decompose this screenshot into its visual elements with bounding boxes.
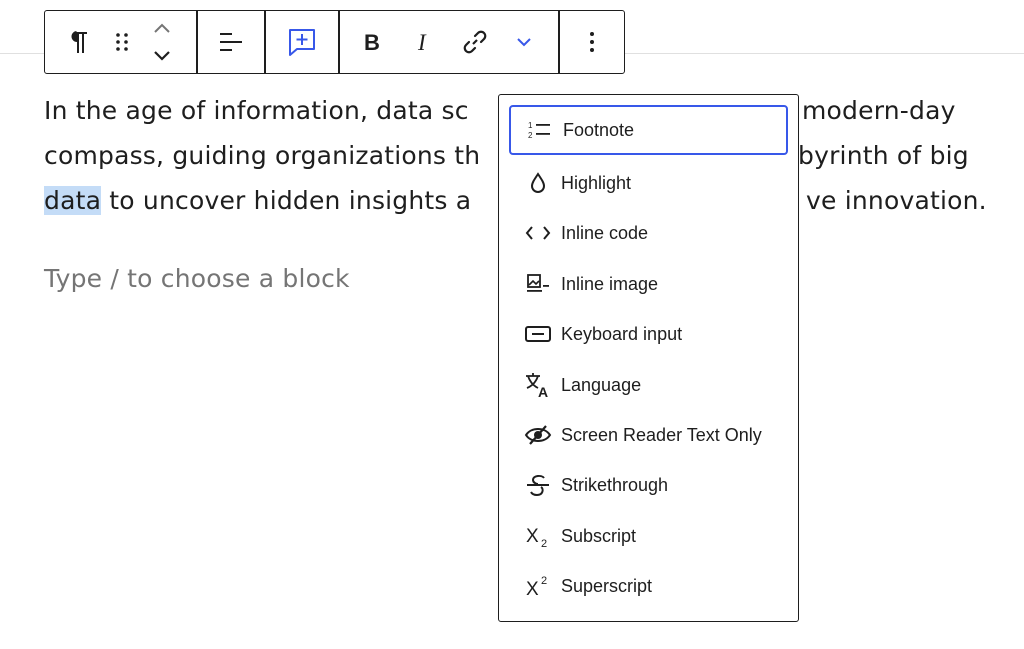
- svg-text:2: 2: [528, 131, 533, 140]
- align-button[interactable]: [213, 11, 249, 73]
- superscript-icon: X 2: [523, 571, 553, 601]
- paragraph-text: to uncover hidden insights a: [101, 186, 472, 215]
- menu-item-footnote[interactable]: 1 2 Footnote: [509, 105, 788, 155]
- menu-item-label: Footnote: [563, 119, 635, 140]
- svg-text:2: 2: [541, 575, 547, 587]
- menu-item-label: Keyboard input: [561, 323, 683, 344]
- language-icon: A: [523, 370, 553, 400]
- image-icon: [523, 269, 553, 299]
- link-button[interactable]: [459, 11, 491, 73]
- paragraph-text: byrinth of big: [798, 141, 969, 170]
- align-icon: [220, 33, 242, 51]
- menu-item-label: Strikethrough: [561, 474, 669, 495]
- code-icon: [523, 218, 553, 248]
- paragraph-text: modern-day: [802, 96, 956, 125]
- more-options-icon: [590, 32, 594, 52]
- menu-item-superscript[interactable]: X 2 Superscript: [509, 561, 788, 611]
- more-formats-button[interactable]: [511, 11, 537, 73]
- svg-text:A: A: [538, 384, 548, 399]
- paragraph-text: compass, guiding organizations th: [44, 141, 481, 170]
- svg-text:1: 1: [528, 121, 533, 130]
- strikethrough-icon: [523, 470, 553, 500]
- menu-item-keyboard-input[interactable]: Keyboard input: [509, 309, 788, 359]
- menu-item-label: Inline image: [561, 273, 659, 294]
- format-dropdown-menu: 1 2 Footnote Highlight Inline code Inlin…: [498, 94, 799, 622]
- italic-button[interactable]: I: [410, 11, 436, 73]
- footnote-icon: 1 2: [525, 115, 555, 145]
- drag-handle-icon: [116, 33, 128, 51]
- svg-text:B: B: [364, 30, 380, 54]
- move-up-button[interactable]: [149, 13, 175, 43]
- keyboard-icon: [523, 319, 553, 349]
- bold-icon: B: [364, 30, 380, 54]
- menu-item-inline-image[interactable]: Inline image: [509, 259, 788, 309]
- toolbar-separator: [558, 11, 560, 73]
- paragraph-icon: [71, 31, 87, 53]
- menu-item-label: Subscript: [561, 525, 637, 546]
- move-down-icon: [154, 51, 170, 61]
- menu-item-language[interactable]: A Language: [509, 360, 788, 410]
- menu-item-strikethrough[interactable]: Strikethrough: [509, 460, 788, 510]
- toolbar-separator: [264, 11, 266, 73]
- menu-item-screen-reader-text-only[interactable]: Screen Reader Text Only: [509, 410, 788, 460]
- subscript-icon: X 2: [523, 521, 553, 551]
- svg-text:I: I: [417, 30, 427, 54]
- bold-button[interactable]: B: [358, 11, 386, 73]
- selected-text[interactable]: data: [44, 186, 102, 215]
- paragraph-block-button[interactable]: [63, 11, 93, 73]
- menu-item-subscript[interactable]: X 2 Subscript: [509, 511, 788, 561]
- menu-item-label: Superscript: [561, 575, 653, 596]
- svg-text:X: X: [526, 579, 539, 599]
- drag-handle-button[interactable]: [109, 11, 135, 73]
- menu-item-highlight[interactable]: Highlight: [509, 158, 788, 208]
- block-toolbar: B I: [44, 10, 625, 74]
- chevron-down-icon: [517, 38, 531, 47]
- more-options-button[interactable]: [580, 11, 604, 73]
- eye-slash-icon: [523, 420, 553, 450]
- menu-item-label: Screen Reader Text Only: [561, 424, 762, 445]
- paragraph-text: In the age of information, data sc: [44, 96, 469, 125]
- menu-item-label: Highlight: [561, 172, 632, 193]
- menu-item-inline-code[interactable]: Inline code: [509, 208, 788, 258]
- move-down-button[interactable]: [149, 41, 175, 71]
- svg-text:2: 2: [541, 538, 547, 549]
- link-icon: [463, 30, 487, 54]
- add-footnote-button[interactable]: [282, 11, 322, 73]
- droplet-icon: [523, 168, 553, 198]
- menu-item-label: Language: [561, 374, 642, 395]
- add-footnote-icon: [289, 29, 315, 56]
- menu-item-label: Inline code: [561, 222, 649, 243]
- toolbar-separator: [196, 11, 198, 73]
- move-up-icon: [154, 23, 170, 33]
- toolbar-separator: [338, 11, 340, 73]
- paragraph-text: ve innovation.: [806, 186, 987, 215]
- italic-icon: I: [417, 30, 427, 54]
- block-placeholder[interactable]: Type / to choose a block: [44, 256, 350, 301]
- svg-text:X: X: [526, 526, 539, 547]
